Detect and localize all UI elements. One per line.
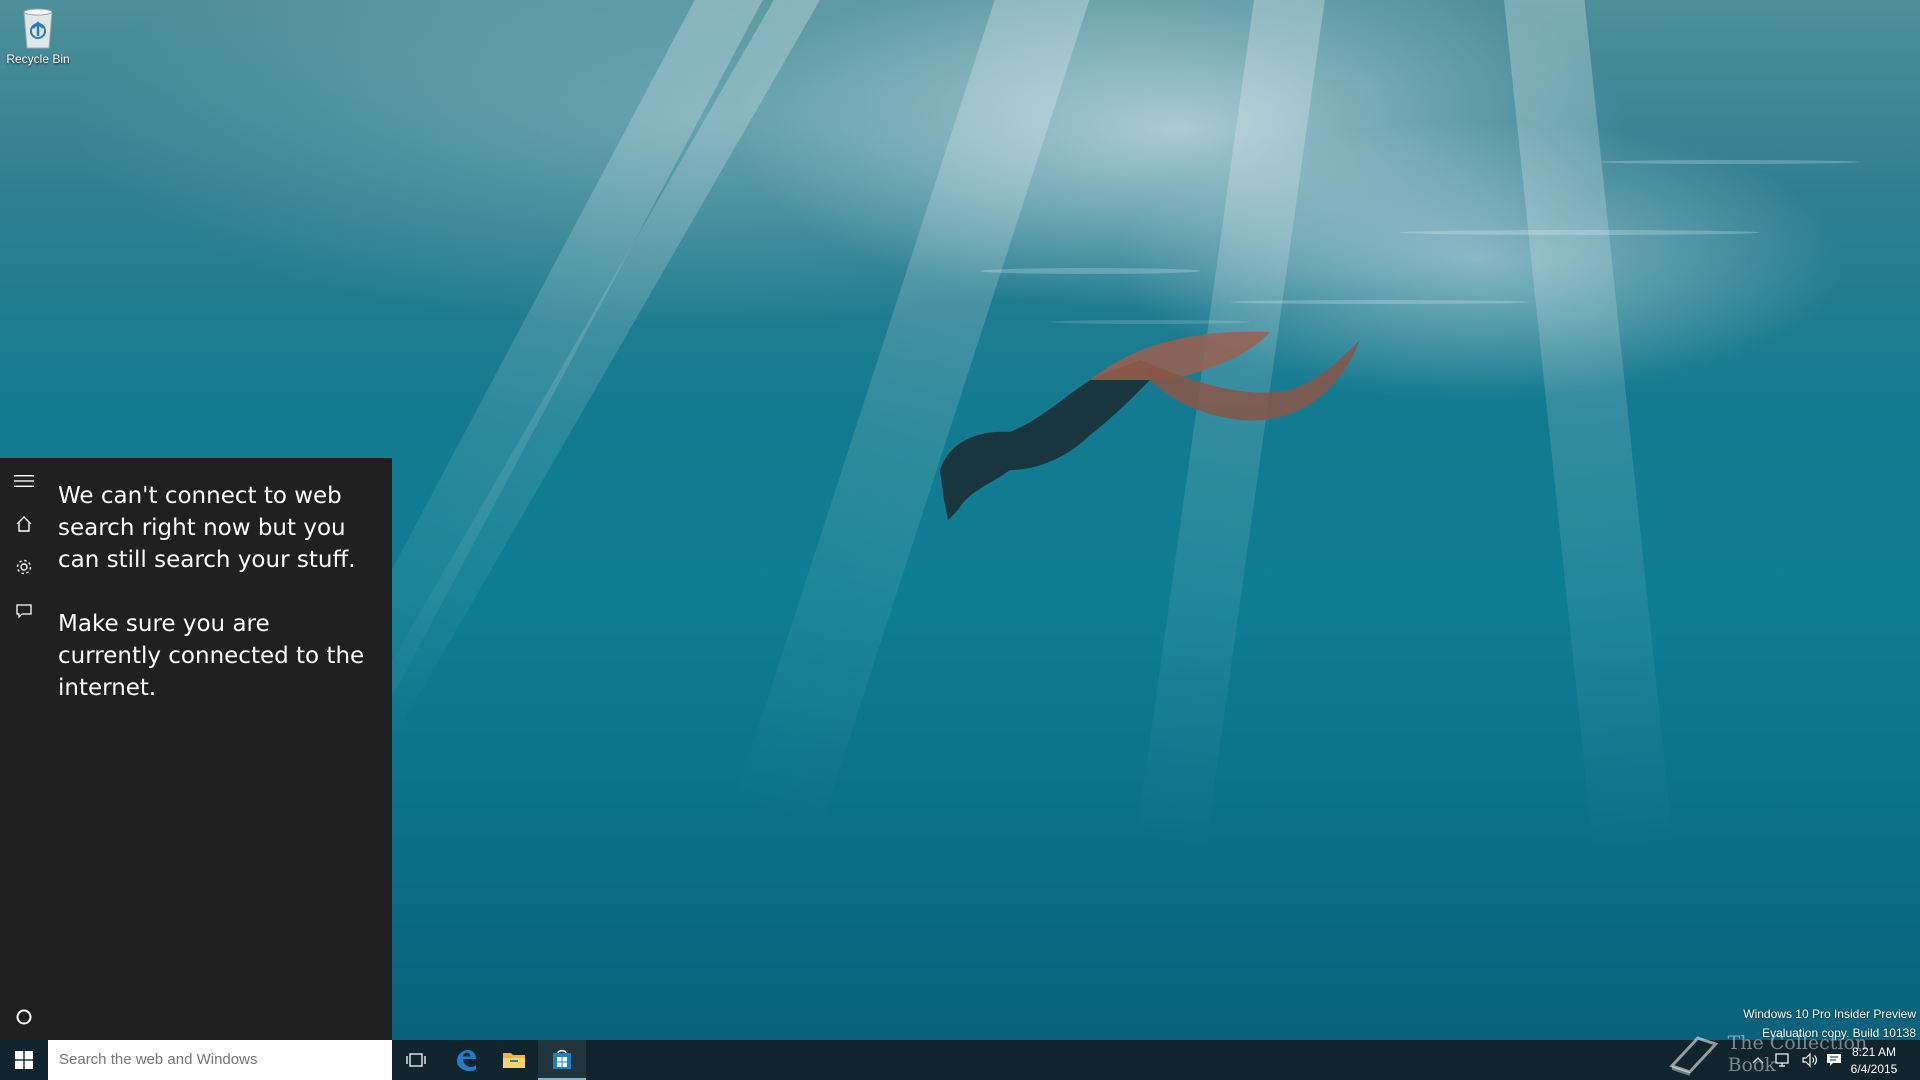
hamburger-menu-button[interactable] (0, 461, 48, 501)
store-icon (553, 1050, 571, 1069)
folder-icon (503, 1053, 525, 1068)
gear-icon (16, 559, 32, 575)
home-icon (16, 516, 32, 532)
show-hidden-icons-button[interactable] (1746, 1040, 1770, 1080)
surface-wave (1230, 300, 1530, 304)
volume-icon (1802, 1052, 1817, 1068)
desktop-icon-recycle-bin[interactable]: Recycle Bin (4, 6, 72, 76)
taskbar: 8:21 AM 6/4/2015 (0, 1040, 1920, 1080)
taskbar-clock[interactable]: 8:21 AM 6/4/2015 (1838, 1042, 1910, 1078)
cortana-message: We can't connect to web search right now… (58, 480, 374, 704)
build-watermark-line: Windows 10 Pro Insider Preview (1743, 1007, 1916, 1021)
edge-browser-icon (457, 1050, 476, 1071)
start-button[interactable] (0, 1040, 48, 1080)
feedback-button[interactable] (0, 591, 48, 631)
diver-silhouette (940, 331, 1360, 520)
recycle-bin-icon (23, 8, 53, 49)
connection-hint-text: Make sure you are currently connected to… (58, 611, 365, 701)
taskbar-search-input[interactable] (48, 1040, 392, 1080)
clock-date: 6/4/2015 (1850, 1062, 1898, 1076)
volume-button[interactable] (1798, 1040, 1822, 1080)
windows-logo-icon (15, 1051, 33, 1069)
task-view-icon (406, 1053, 426, 1067)
task-view-button[interactable] (392, 1040, 440, 1080)
hamburger-menu-icon (14, 475, 34, 487)
notebook-settings-button[interactable] (0, 547, 48, 587)
cortana-flyout: We can't connect to web search right now… (0, 458, 392, 1040)
taskbar-app-store[interactable] (538, 1040, 586, 1080)
feedback-icon (16, 604, 32, 619)
taskbar-app-edge[interactable] (442, 1040, 490, 1080)
taskbar-app-file-explorer[interactable] (490, 1040, 538, 1080)
surface-wave (980, 268, 1200, 274)
network-button[interactable] (1772, 1040, 1796, 1080)
cortana-circle-icon (16, 1009, 32, 1025)
cortana-rail (0, 458, 48, 1040)
desktop-icon-label: Recycle Bin (6, 52, 70, 66)
network-icon (1775, 1053, 1789, 1067)
surface-wave (1400, 230, 1760, 235)
build-watermark: Windows 10 Pro Insider Preview Evaluatio… (1743, 1005, 1916, 1043)
light-ray (1500, 0, 1674, 860)
home-button[interactable] (0, 504, 48, 544)
cortana-button[interactable] (0, 997, 48, 1037)
surface-wave (1600, 160, 1860, 164)
connection-error-text: We can't connect to web search right now… (58, 483, 356, 573)
light-ray (352, 0, 838, 750)
chevron-up-icon (1752, 1057, 1764, 1064)
clock-time: 8:21 AM (1851, 1045, 1897, 1059)
